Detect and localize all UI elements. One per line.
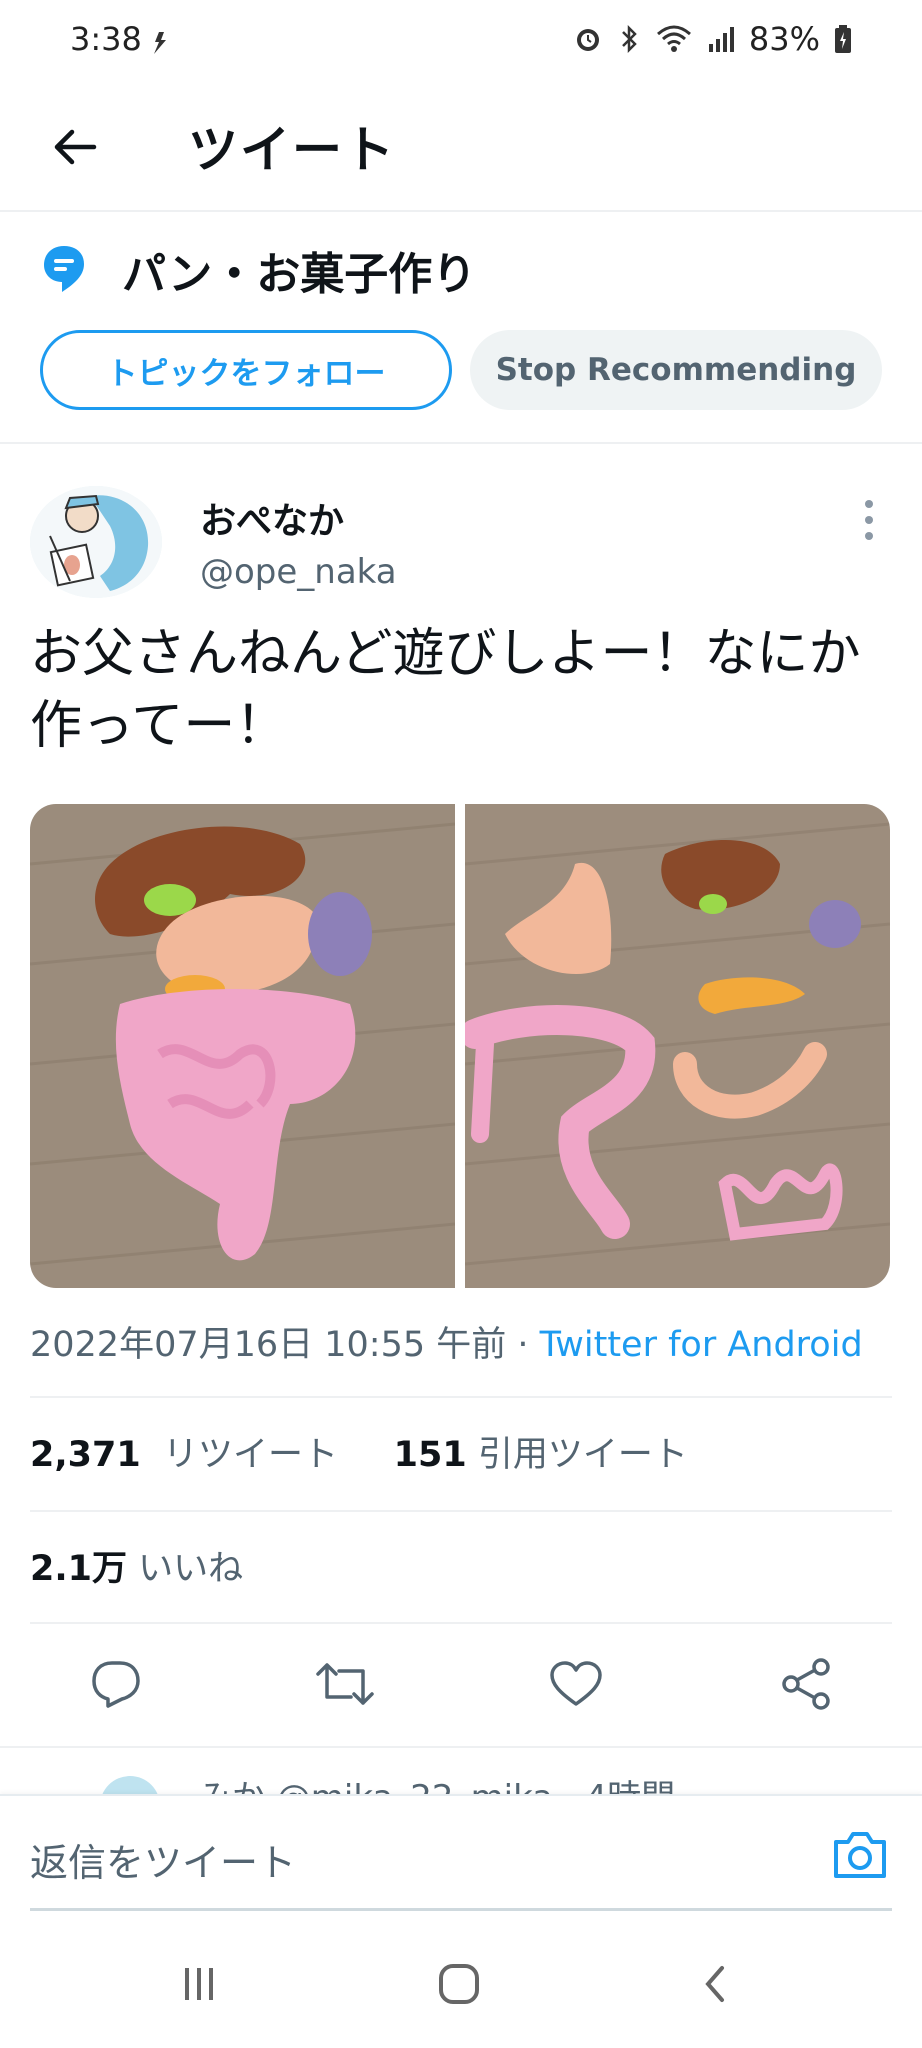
author-handle[interactable]: @ope_naka xyxy=(200,552,397,592)
divider xyxy=(30,1396,892,1398)
tweet-photo-1[interactable] xyxy=(30,804,455,1288)
reply-input-underline xyxy=(30,1908,892,1911)
tweet-photo-2[interactable] xyxy=(465,804,890,1288)
avatar[interactable] xyxy=(30,486,162,598)
back-nav-button[interactable] xyxy=(680,1952,750,2016)
reply-composer: 返信をツイート xyxy=(0,1794,922,1920)
status-icons: 83% xyxy=(573,20,852,58)
divider xyxy=(30,1510,892,1512)
reply-avatar xyxy=(100,1776,160,1796)
recents-icon xyxy=(185,1968,213,2000)
like-count: 2.1万 xyxy=(30,1549,128,1589)
retweets-link[interactable]: 2,371 リツイート xyxy=(30,1435,338,1475)
bluetooth-icon xyxy=(621,24,637,54)
back-button[interactable] xyxy=(40,112,110,182)
quotes-link[interactable]: 151 引用ツイート xyxy=(394,1435,688,1475)
author-name[interactable]: おぺなか xyxy=(200,492,344,544)
signal-icon xyxy=(708,27,734,52)
tweet-text-line-2: 作ってー！ xyxy=(30,696,288,756)
meta-separator: · xyxy=(506,1325,540,1365)
like-label: いいね xyxy=(138,1549,244,1589)
like-button[interactable] xyxy=(540,1648,612,1720)
topic-bubble-icon xyxy=(44,246,84,292)
tweet-meta: 2022年07月16日 10:55 午前 · Twitter for Andro… xyxy=(30,1316,863,1367)
share-button[interactable] xyxy=(770,1648,842,1720)
next-reply-preview[interactable]: みか @mika_22_mika · 4時間 xyxy=(0,1746,922,1796)
tweet-text: お父さんねんど遊びしよー！なにか 作ってー！ xyxy=(30,618,890,762)
activity-icon xyxy=(154,32,166,54)
reply-button[interactable] xyxy=(80,1648,152,1720)
quote-label: 引用ツイート xyxy=(477,1435,688,1475)
tweet-media xyxy=(30,804,890,1288)
tweet-text-line-1: お父さんねんど遊びしよー！なにか xyxy=(30,624,861,684)
follow-topic-button[interactable]: トピックをフォロー xyxy=(40,330,452,410)
retweet-button[interactable] xyxy=(309,1648,381,1720)
avatar-illustration xyxy=(30,486,162,598)
page-title: ツイート xyxy=(188,121,396,179)
retweet-stats: 2,371 リツイート 151 引用ツイート xyxy=(30,1426,688,1477)
back-arrow-icon xyxy=(54,129,97,165)
wifi-icon xyxy=(656,25,691,52)
topic-name: パン・お菓子作り xyxy=(122,249,477,300)
back-nav-icon xyxy=(705,1966,724,2002)
reply-author: みか @mika_22_mika · 4時間 xyxy=(198,1770,675,1796)
status-time: 3:38 xyxy=(70,20,142,58)
retweet-icon xyxy=(316,1663,374,1705)
battery-icon xyxy=(835,25,851,53)
stop-recommending-button[interactable]: Stop Recommending xyxy=(470,330,882,410)
retweet-count: 2,371 xyxy=(30,1435,141,1475)
share-icon xyxy=(782,1658,830,1710)
reply-icon xyxy=(92,1661,140,1708)
status-bar: 3:38 83% xyxy=(0,0,922,84)
likes-link[interactable]: 2.1万 いいね xyxy=(30,1540,243,1591)
battery-percent: 83% xyxy=(748,20,820,58)
tweet-actions xyxy=(0,1624,922,1744)
camera-icon[interactable] xyxy=(830,1826,890,1882)
like-icon xyxy=(550,1661,602,1706)
tweet-timestamp: 2022年07月16日 10:55 午前 xyxy=(30,1325,507,1365)
system-nav-bar xyxy=(0,1918,922,2048)
retweet-label: リツイート xyxy=(162,1435,338,1475)
tweet-source-link[interactable]: Twitter for Android xyxy=(540,1325,863,1365)
quote-count: 151 xyxy=(393,1435,467,1475)
top-app-bar: ツイート xyxy=(0,84,922,212)
topic-card: パン・お菓子作り トピックをフォロー Stop Recommending xyxy=(0,212,922,444)
alarm-icon xyxy=(576,29,599,51)
home-icon xyxy=(439,1964,479,2004)
home-button[interactable] xyxy=(424,1952,494,2016)
recents-button[interactable] xyxy=(164,1952,234,2016)
reply-input[interactable]: 返信をツイート xyxy=(30,1832,296,1887)
more-icon[interactable] xyxy=(854,496,884,544)
